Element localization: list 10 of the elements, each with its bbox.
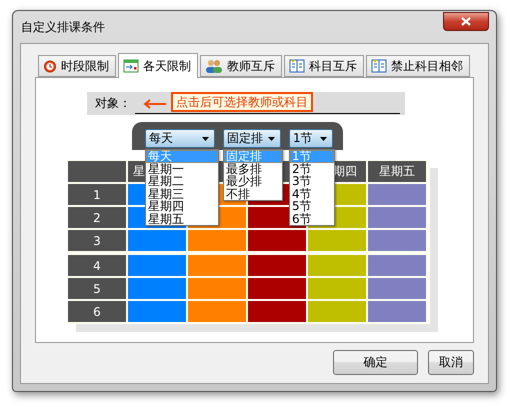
row-label: 2 — [68, 207, 126, 228]
object-label: 对象： — [95, 95, 131, 112]
row-label: 4 — [68, 255, 126, 276]
row-label: 3 — [68, 230, 126, 251]
row-label: 1 — [68, 184, 126, 205]
header-cell: 星期五 — [368, 161, 426, 182]
row-label: 6 — [68, 301, 126, 322]
window-title: 自定义排课条件 — [21, 18, 105, 36]
row-label: 5 — [68, 278, 126, 299]
hint-callout: 点击后可选择教师或科目 — [171, 92, 313, 112]
